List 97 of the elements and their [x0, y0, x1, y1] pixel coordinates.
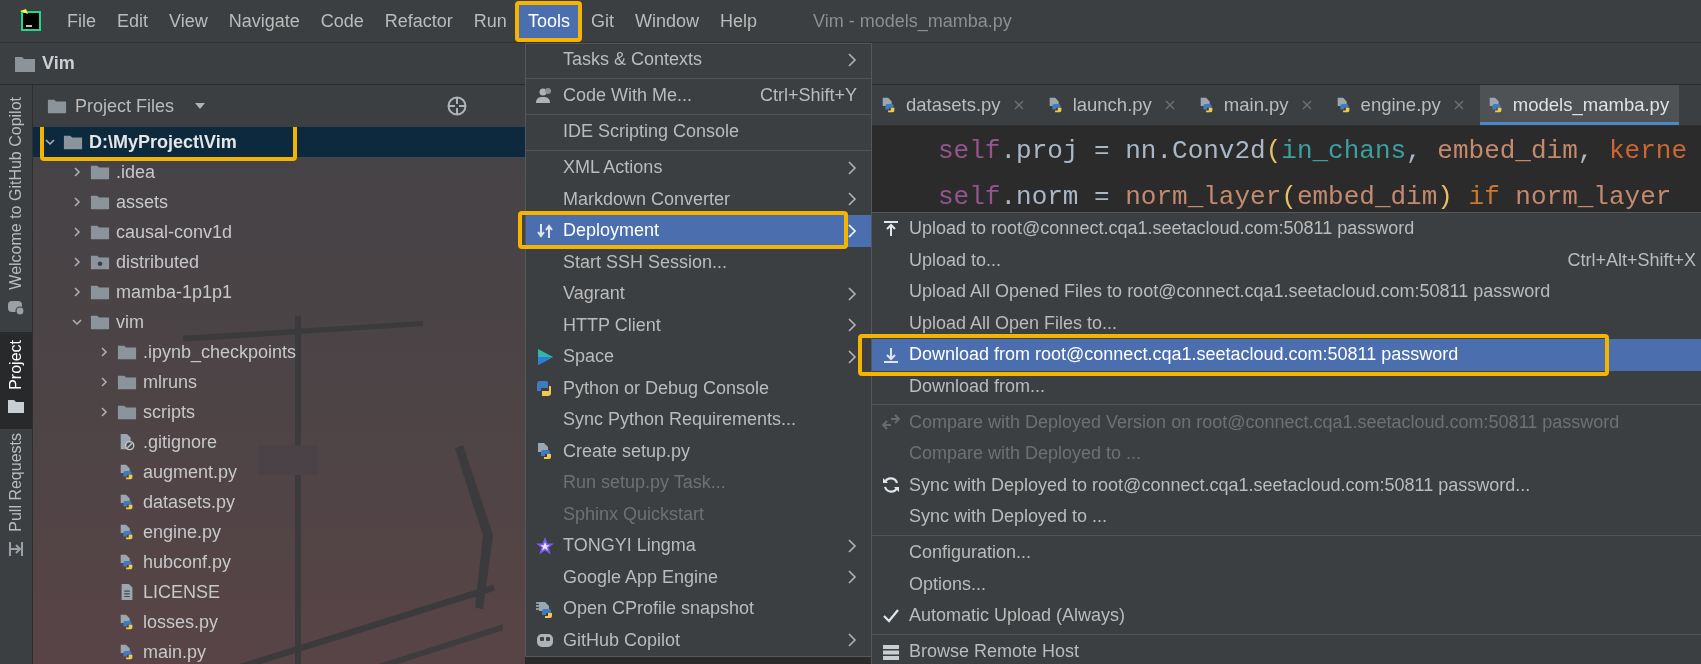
chevron-right-icon[interactable] — [98, 376, 110, 388]
menu-item[interactable]: Markdown Converter — [526, 183, 871, 215]
menu-item[interactable]: Start SSH Session... — [526, 246, 871, 278]
menu-bar-item[interactable]: File — [58, 1, 105, 41]
tree-item-label[interactable]: hubconf.py — [143, 551, 232, 573]
tree-item-label[interactable]: mlruns — [143, 371, 197, 393]
tree-item-label[interactable]: augment.py — [143, 461, 238, 483]
folder-icon — [117, 343, 137, 361]
tree-item-label[interactable]: vim — [116, 311, 144, 333]
chevron-right-icon[interactable] — [71, 196, 83, 208]
folder-icon — [90, 283, 110, 301]
menu-item[interactable]: XML Actions — [526, 152, 871, 184]
crosshair-icon[interactable] — [446, 95, 469, 117]
menu-bar-item[interactable]: Edit — [108, 1, 158, 41]
menu-bar-item[interactable]: Git — [581, 1, 623, 41]
editor-tab[interactable]: models_mamba.py — [1479, 85, 1680, 125]
menu-item[interactable]: Create setup.py — [526, 435, 871, 467]
menu-item[interactable]: TONGYI Lingma — [526, 530, 871, 562]
tree-item-label[interactable]: distributed — [116, 251, 200, 273]
menu-item[interactable]: Upload to... Ctrl+Alt+Shift+X — [872, 244, 1701, 276]
chevron-right-icon[interactable] — [71, 226, 83, 238]
tree-item-label[interactable]: LICENSE — [143, 581, 221, 603]
folder-icon — [14, 54, 36, 73]
menu-item[interactable]: Google App Engine — [526, 561, 871, 593]
folder-icon — [63, 133, 83, 151]
tree-item-label[interactable]: .idea — [116, 161, 156, 183]
code-line: self.proj = nn.Conv2d(in_chans, embed_dim, kerne — [938, 135, 1688, 168]
folder-icon — [90, 163, 110, 181]
menu-item[interactable]: Deployment — [526, 215, 871, 247]
menu-item[interactable]: Options... — [872, 568, 1701, 600]
menu-item[interactable]: Python or Debug Console — [526, 372, 871, 404]
editor-tab[interactable]: datasets.py — [873, 85, 1034, 125]
sync-icon — [880, 475, 901, 496]
menu-item[interactable]: Upload All Open Files to... — [872, 307, 1701, 339]
menu-item[interactable]: Vagrant — [526, 278, 871, 310]
menu-item[interactable]: Download from root@connect.cqa1.seetacloud.com:50811 password — [872, 339, 1701, 371]
menu-item[interactable]: HTTP Client — [526, 309, 871, 341]
code-line: self.norm = norm_layer(embed_dim) if norm_layer — [938, 181, 1673, 214]
shortcut-text: Ctrl+Shift+Y — [758, 85, 857, 107]
menu-item[interactable]: Space — [526, 341, 871, 373]
chevron-down-icon[interactable] — [44, 136, 56, 148]
window-title: Vim - models_mamba.py — [813, 10, 1012, 32]
menu-bar-item[interactable]: View — [160, 1, 217, 41]
folder-icon — [47, 97, 67, 115]
tree-item-label[interactable]: D:\MyProject\Vim — [89, 131, 237, 153]
menu-item[interactable]: Browse Remote Host — [872, 636, 1701, 664]
tool-window-tab[interactable]: Project — [0, 331, 32, 430]
folder-icon — [117, 373, 137, 391]
menu-item[interactable]: Sync with Deployed to root@connect.cqa1.seetacloud.com:50811 password... — [872, 469, 1701, 501]
folder-icon — [90, 193, 110, 211]
folder-icon — [117, 403, 137, 421]
selected-row-background[interactable]: D:\MyProject\Vim — [33, 127, 525, 157]
tree-item-label[interactable]: .ipynb_checkpoints — [143, 341, 297, 363]
folder-icon — [7, 397, 25, 416]
menu-item[interactable]: Open CProfile snapshot — [526, 593, 871, 625]
tool-window-tab[interactable]: Pull Requests — [0, 429, 32, 567]
menu-item[interactable]: Upload to root@connect.cqa1.seetacloud.com:50811 password — [872, 213, 1701, 245]
tree-item-label[interactable]: main.py — [143, 641, 207, 663]
package-folder-icon — [90, 253, 110, 271]
menu-bar-item[interactable]: Window — [625, 1, 708, 41]
menu-bar-item[interactable]: Code — [311, 1, 373, 41]
tree-item-label[interactable]: datasets.py — [143, 491, 236, 513]
chevron-right-icon[interactable] — [98, 346, 110, 358]
star-icon — [534, 535, 555, 556]
view-selector[interactable]: Project Files — [75, 95, 175, 117]
caret-icon[interactable] — [194, 102, 207, 110]
shortcut-text: Ctrl+Alt+Shift+X — [1566, 249, 1696, 271]
chevron-right-icon[interactable] — [71, 166, 83, 178]
folder-icon — [90, 313, 110, 331]
editor-tab[interactable]: launch.py — [1039, 85, 1185, 125]
tree-item-label[interactable]: mamba-1p1p1 — [116, 281, 233, 303]
menu-item[interactable]: Sync Python Requirements... — [526, 404, 871, 436]
tree-item-label[interactable]: assets — [116, 191, 169, 213]
menu-item[interactable]: Upload All Opened Files to root@connect.cqa1.seetacloud.com:50811 password — [872, 276, 1701, 308]
tree-item-label[interactable]: .gitignore — [143, 431, 218, 453]
app-logo-icon[interactable] — [18, 8, 44, 34]
tree-item-label[interactable]: causal-conv1d — [116, 221, 233, 243]
tool-window-tab[interactable]: Welcome to GitHub Copilot — [0, 93, 32, 324]
chevron-right-icon[interactable] — [71, 286, 83, 298]
project-breadcrumb[interactable]: Vim — [42, 53, 75, 74]
menu-bar-item[interactable]: Refactor — [375, 1, 462, 41]
pull-request-icon — [7, 540, 25, 559]
menu-bar-item[interactable]: Navigate — [219, 1, 309, 41]
tree-item-label[interactable]: scripts — [143, 401, 195, 423]
editor-tab[interactable]: engine.py — [1327, 85, 1474, 125]
chevron-down-icon[interactable] — [71, 316, 83, 328]
menu-bar-item[interactable]: Run — [464, 1, 516, 41]
chevron-right-icon[interactable] — [98, 406, 110, 418]
menu-item[interactable]: GitHub Copilot — [526, 624, 871, 656]
tree-item-label[interactable]: engine.py — [143, 521, 222, 543]
chevron-right-icon[interactable] — [71, 256, 83, 268]
editor-tab[interactable]: main.py — [1190, 85, 1322, 125]
tree-item-label[interactable]: losses.py — [143, 611, 219, 633]
menu-bar-item[interactable]: Help — [710, 1, 766, 41]
menu-bar-item[interactable]: Tools — [518, 1, 579, 41]
folder-icon — [90, 223, 110, 241]
menu-item[interactable]: Configuration... — [872, 537, 1701, 569]
